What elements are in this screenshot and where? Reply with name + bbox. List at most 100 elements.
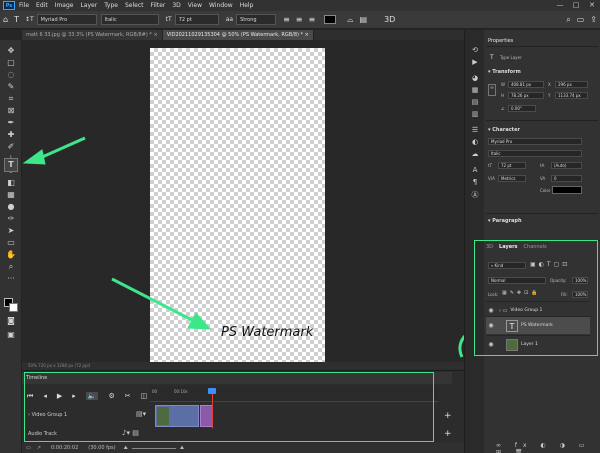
history-panel-icon[interactable]: ⟲ — [469, 46, 481, 56]
rectangle-tool-icon[interactable]: ▭ — [5, 238, 17, 248]
adjustments-panel-icon[interactable]: ◐ — [469, 138, 481, 148]
hand-tool-icon[interactable]: ✋ — [5, 250, 17, 260]
document-canvas[interactable] — [150, 48, 325, 362]
angle-field[interactable]: 0.00° — [508, 105, 536, 112]
gradients-panel-icon[interactable]: ▤ — [469, 98, 481, 108]
quick-selection-tool-icon[interactable]: ✎ — [5, 82, 17, 92]
menu-image[interactable]: Image — [55, 2, 74, 9]
menu-type[interactable]: Type — [104, 2, 118, 9]
share-icon[interactable]: ⇪ — [590, 15, 597, 24]
tab-matt-jpg[interactable]: matt 6 33.jpg @ 33.3% (PS Watermark, RGB… — [22, 30, 163, 40]
character-size-field[interactable]: 72 pt — [498, 162, 526, 169]
menu-layer[interactable]: Layer — [80, 2, 97, 9]
maximize-button[interactable]: □ — [568, 0, 584, 11]
font-style-select[interactable]: Italic — [100, 14, 159, 25]
glyphs-panel-icon[interactable]: Ⓐ — [469, 190, 481, 200]
eyedropper-tool-icon[interactable]: ✒ — [5, 118, 17, 128]
link-icon[interactable]: ∞ — [488, 84, 496, 96]
lasso-tool-icon[interactable]: ◌ — [5, 70, 17, 80]
zoom-slider[interactable] — [131, 447, 176, 449]
artboard-tool-icon[interactable]: ▢ — [5, 58, 17, 68]
align-right-icon[interactable]: ≡ — [308, 15, 315, 24]
home-icon[interactable]: ⌂ — [3, 15, 8, 24]
layers-footer-icons[interactable]: ∞ fx ◐ ◑ ▭ ⊞ 🗑 — [496, 442, 600, 453]
character-color-swatch[interactable] — [552, 186, 582, 194]
crop-tool-icon[interactable]: ⌗ — [5, 94, 17, 104]
add-audio-track-icon[interactable]: + — [444, 429, 452, 439]
font-family-select[interactable]: Myriad Pro — [36, 14, 97, 25]
healing-brush-tool-icon[interactable]: ✚ — [5, 130, 17, 140]
path-selection-tool-icon[interactable]: ➤ — [5, 226, 17, 236]
text-color-swatch[interactable] — [324, 15, 337, 24]
kerning-field[interactable]: Metrics — [498, 175, 526, 182]
anti-alias-select[interactable]: Strong — [236, 14, 277, 25]
actions-panel-icon[interactable]: ▶ — [469, 58, 481, 68]
paragraph-panel-icon[interactable]: ¶ — [469, 178, 481, 188]
character-font-select[interactable]: Myriad Pro — [488, 138, 582, 145]
zoom-out-icon[interactable]: ⛰ — [124, 445, 128, 451]
watermark-text[interactable]: PS Watermark — [221, 325, 313, 340]
menu-view[interactable]: View — [188, 2, 202, 9]
swatches-panel-icon[interactable]: ▦ — [469, 86, 481, 96]
tracking-field[interactable]: 0 — [551, 175, 582, 182]
character-panel-icon[interactable]: ▤ — [360, 15, 368, 24]
transform-section-header[interactable]: ▾ Transform — [488, 69, 521, 75]
toggle-orientation-icon[interactable]: ↕T — [25, 16, 34, 23]
patterns-panel-icon[interactable]: ▥ — [469, 110, 481, 120]
character-style-select[interactable]: Italic — [488, 150, 582, 157]
x-field[interactable]: 296 px — [555, 81, 588, 88]
render-arrow-icon[interactable]: ↗ — [37, 445, 41, 451]
paragraph-section-header[interactable]: ▾ Paragraph — [488, 218, 522, 224]
move-tool-icon[interactable]: ✥ — [5, 46, 17, 56]
search-icon[interactable]: ⌕ — [566, 15, 570, 25]
tab-vid-document[interactable]: VID20211029135304 @ 50% (PS Watermark, R… — [162, 30, 314, 40]
tab-label: matt 6 33.jpg @ 33.3% (PS Watermark, RGB… — [26, 32, 152, 38]
properties-panel-icon[interactable]: ☰ — [469, 126, 481, 136]
zoom-in-icon[interactable]: ⛰ — [180, 445, 184, 451]
align-center-icon[interactable]: ≡ — [296, 15, 303, 24]
menu-bar: Ps File Edit Image Layer Type Select Fil… — [0, 0, 600, 11]
quick-mask-icon[interactable]: ◙ — [5, 316, 17, 326]
menu-filter[interactable]: Filter — [151, 2, 166, 9]
font-size-select[interactable]: 72 pt — [174, 14, 219, 25]
layers-highlight — [474, 240, 598, 356]
height-field[interactable]: 78.26 px — [508, 92, 544, 99]
render-video-icon[interactable]: ▭ — [26, 445, 31, 451]
3d-icon[interactable]: 3D — [384, 15, 395, 24]
menu-3d[interactable]: 3D — [172, 2, 180, 9]
type-tool-icon[interactable]: T — [4, 158, 18, 172]
character-panel-icon[interactable]: A — [469, 166, 481, 176]
dodge-tool-icon[interactable]: ● — [5, 202, 17, 212]
menu-file[interactable]: File — [19, 2, 29, 9]
h-label: H — [501, 93, 505, 98]
more-tools-icon[interactable]: ··· — [5, 274, 17, 284]
pen-tool-icon[interactable]: ✑ — [5, 214, 17, 224]
menu-edit[interactable]: Edit — [36, 2, 48, 9]
leading-field[interactable]: (Auto) — [551, 162, 582, 169]
workspace-icon[interactable]: ▭ — [577, 15, 585, 24]
minimize-button[interactable]: — — [552, 0, 568, 11]
background-color-swatch[interactable] — [9, 303, 18, 312]
character-section-header[interactable]: ▾ Character — [488, 127, 520, 133]
frame-tool-icon[interactable]: ⊠ — [5, 106, 17, 116]
eraser-tool-icon[interactable]: ◧ — [5, 178, 17, 188]
close-button[interactable]: ✕ — [584, 0, 600, 11]
type-layer-label: Type Layer — [500, 55, 522, 60]
add-video-track-icon[interactable]: + — [444, 411, 452, 421]
menu-window[interactable]: Window — [209, 2, 233, 9]
menu-help[interactable]: Help — [240, 2, 254, 9]
y-field[interactable]: 1133.74 px — [555, 92, 588, 99]
type-tool-preset-icon[interactable]: T — [14, 15, 19, 24]
screen-mode-icon[interactable]: ▣ — [5, 330, 17, 340]
libraries-panel-icon[interactable]: ☁ — [469, 150, 481, 160]
gradient-tool-icon[interactable]: ▦ — [5, 190, 17, 200]
width-field[interactable]: 408.81 px — [508, 81, 544, 88]
align-left-icon[interactable]: ≡ — [283, 15, 290, 24]
properties-tab[interactable]: Properties — [488, 38, 513, 44]
character-title: Character — [492, 127, 520, 133]
menu-select[interactable]: Select — [125, 2, 144, 9]
color-panel-icon[interactable]: ◕ — [469, 74, 481, 84]
brush-tool-icon[interactable]: ✐ — [5, 142, 17, 152]
warp-text-icon[interactable]: ⌓ — [347, 15, 353, 25]
zoom-tool-icon[interactable]: ⌕ — [5, 262, 17, 272]
